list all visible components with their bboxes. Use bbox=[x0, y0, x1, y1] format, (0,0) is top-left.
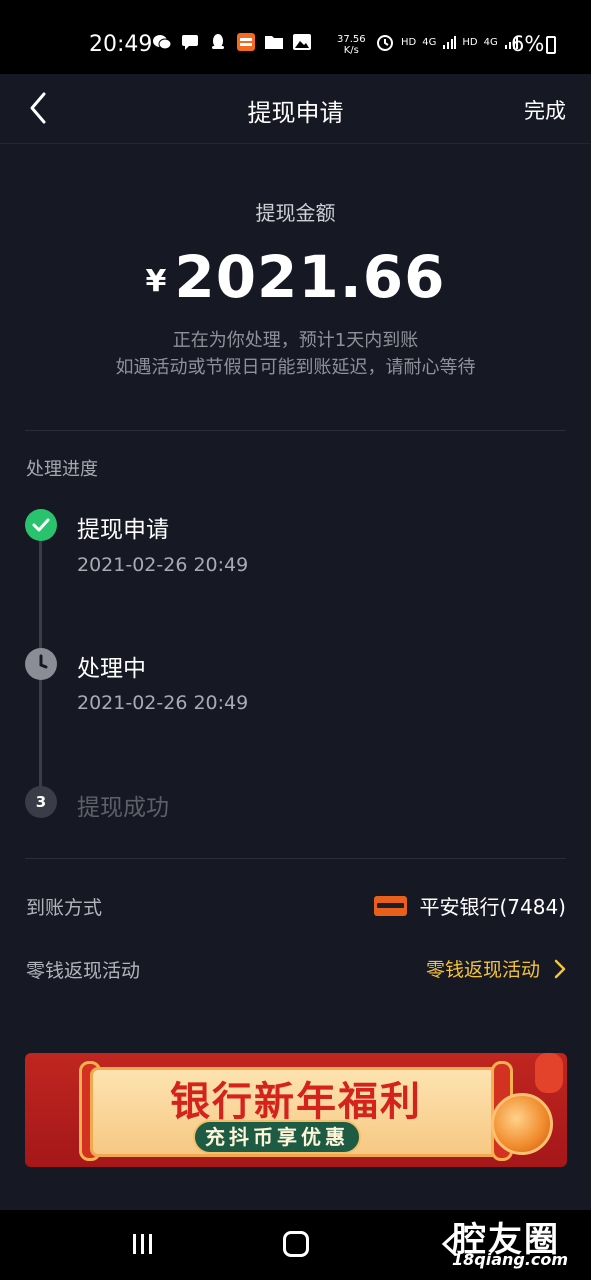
gallery-icon bbox=[293, 34, 311, 50]
step-title: 提现申请 bbox=[77, 517, 169, 543]
alarm-icon bbox=[377, 35, 393, 51]
network-type-2: 4G bbox=[483, 36, 498, 48]
qq-icon bbox=[212, 34, 224, 49]
message-icon bbox=[182, 35, 198, 50]
coin-icon bbox=[491, 1093, 553, 1155]
status-bar: 20:49 37.56 K/s HD 4G HD 4G 6% bbox=[0, 0, 591, 74]
battery-level: 6% bbox=[511, 32, 545, 56]
withdraw-amount: ¥2021.66 bbox=[0, 243, 591, 311]
amount-label: 提现金额 bbox=[255, 201, 336, 225]
nav-bar: 提现申请 完成 bbox=[0, 74, 591, 144]
bank-card-icon bbox=[374, 895, 408, 916]
promo-banner[interactable]: 银行新年福利 充抖币享优惠 bbox=[25, 1053, 567, 1167]
delay-note: 如遇活动或节假日可能到账延迟，请耐心等待 bbox=[115, 357, 476, 378]
pingan-bank-app-icon bbox=[237, 33, 255, 51]
wechat-icon bbox=[153, 35, 172, 50]
clock-icon bbox=[39, 654, 48, 669]
promo-row-label: 零钱返现活动 bbox=[26, 960, 141, 982]
promo-link-text: 零钱返现活动 bbox=[425, 959, 540, 981]
banner-subtitle: 充抖币享优惠 bbox=[193, 1120, 361, 1154]
chevron-right-icon bbox=[554, 959, 566, 978]
payout-method-label: 到账方式 bbox=[26, 897, 103, 919]
battery-icon bbox=[546, 36, 556, 54]
promo-link[interactable]: 零钱返现活动 bbox=[426, 955, 566, 982]
divider bbox=[25, 430, 566, 431]
step-title: 提现成功 bbox=[77, 795, 169, 821]
hd-label-1: HD bbox=[401, 36, 417, 48]
amount-value: 2021.66 bbox=[174, 243, 446, 311]
divider bbox=[25, 858, 566, 859]
watermark-url: 18qiang.com bbox=[452, 1250, 569, 1269]
recent-apps-button[interactable] bbox=[130, 1232, 156, 1256]
hd-label-2: HD bbox=[462, 36, 478, 48]
step-title: 处理中 bbox=[77, 656, 146, 682]
step-time: 2021-02-26 20:49 bbox=[77, 554, 249, 576]
payout-bank: 平安银行(7484) bbox=[374, 891, 566, 920]
processing-note: 正在为你处理，预计1天内到账 bbox=[172, 330, 419, 351]
progress-section-title: 处理进度 bbox=[26, 459, 98, 480]
status-time: 20:49 bbox=[89, 32, 153, 57]
step-done-icon bbox=[25, 509, 57, 541]
signal-icon bbox=[443, 36, 457, 49]
status-right-icons: HD 4G HD 4G bbox=[375, 33, 518, 51]
home-button[interactable] bbox=[283, 1231, 309, 1257]
folder-icon bbox=[265, 36, 283, 49]
network-speed: 37.56 K/s bbox=[337, 34, 366, 56]
page-title: 提现申请 bbox=[247, 99, 344, 127]
done-button[interactable]: 完成 bbox=[524, 95, 566, 125]
step-processing-icon bbox=[25, 648, 57, 680]
step-time: 2021-02-26 20:49 bbox=[77, 692, 249, 714]
notification-icons bbox=[152, 33, 312, 51]
banner-title: 银行新年福利 bbox=[170, 1079, 422, 1125]
currency-symbol: ¥ bbox=[145, 264, 167, 299]
network-type-1: 4G bbox=[422, 36, 437, 48]
bank-name: 平安银行(7484) bbox=[419, 895, 566, 919]
checkmark-icon bbox=[32, 518, 50, 532]
step-number-badge: 3 bbox=[25, 786, 57, 818]
